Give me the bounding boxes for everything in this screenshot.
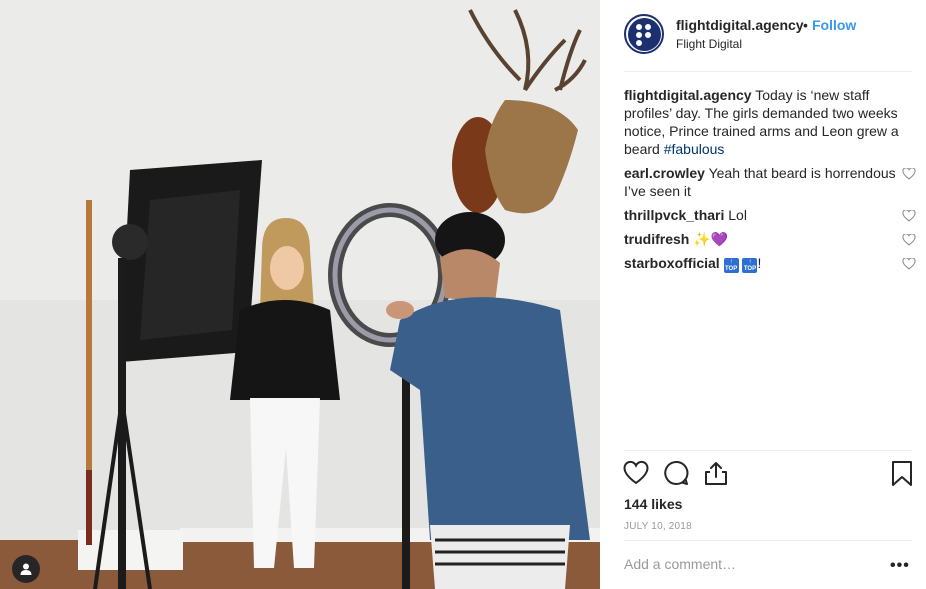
user-tag-button[interactable] <box>12 555 40 583</box>
caption-username[interactable]: flightdigital.agency <box>624 87 752 103</box>
likes-count[interactable]: 144 likes <box>624 496 682 512</box>
comment-username[interactable]: trudifresh <box>624 231 689 247</box>
comment-item: thrillpvck_thari Lol <box>624 206 916 224</box>
comment-like-heart-icon[interactable] <box>902 258 916 270</box>
divider <box>624 450 912 451</box>
follow-button[interactable]: Follow <box>812 17 856 33</box>
top-emoji-badge: ↑ TOP <box>742 258 758 273</box>
comment-like-heart-icon[interactable] <box>902 210 916 222</box>
post-date[interactable]: JULY 10, 2018 <box>624 521 692 532</box>
photo-scene <box>0 0 600 589</box>
comment-username[interactable]: earl.crowley <box>624 165 705 181</box>
user-tag-icon <box>20 563 32 575</box>
comment-like-heart-icon[interactable] <box>902 168 916 180</box>
top-emoji-badge: ↑ TOP <box>723 258 739 273</box>
comment-item: starboxofficial ↑ TOP ↑ TOP! <box>624 254 916 273</box>
post-photo[interactable] <box>0 0 600 589</box>
caption-hashtag[interactable]: #fabulous <box>664 141 725 157</box>
comment-text: Lol <box>724 207 747 223</box>
comments-list: flightdigital.agency Today is ‘new staff… <box>624 86 916 279</box>
comment-item: trudifresh ✨💜 <box>624 230 916 248</box>
header-separator: • <box>803 17 808 33</box>
purple-heart-emoji: 💜 <box>710 231 729 247</box>
heart-icon[interactable] <box>623 460 649 486</box>
post-side-panel: flightdigital.agency • Follow Flight Dig… <box>600 0 926 589</box>
sparkle-emoji: ✨ <box>693 231 711 247</box>
bookmark-icon[interactable] <box>889 460 915 486</box>
location-link[interactable]: Flight Digital <box>676 37 742 51</box>
brand-logo-icon <box>627 17 661 51</box>
exclaim-text: ! <box>757 255 762 271</box>
comment-bubble-icon[interactable] <box>663 460 689 486</box>
comment-username[interactable]: starboxofficial <box>624 255 720 271</box>
comment-username[interactable]: thrillpvck_thari <box>624 207 724 223</box>
share-icon[interactable] <box>703 460 729 486</box>
divider <box>624 540 912 541</box>
add-comment-input[interactable] <box>624 556 874 572</box>
comment-like-heart-icon[interactable] <box>902 234 916 246</box>
comment-item: earl.crowley Yeah that beard is horrendo… <box>624 164 916 200</box>
more-options-button[interactable]: ••• <box>890 557 910 575</box>
header-username[interactable]: flightdigital.agency <box>676 17 804 33</box>
caption: flightdigital.agency Today is ‘new staff… <box>624 86 916 158</box>
avatar[interactable] <box>624 14 664 54</box>
post-header: flightdigital.agency • Follow Flight Dig… <box>624 14 912 72</box>
